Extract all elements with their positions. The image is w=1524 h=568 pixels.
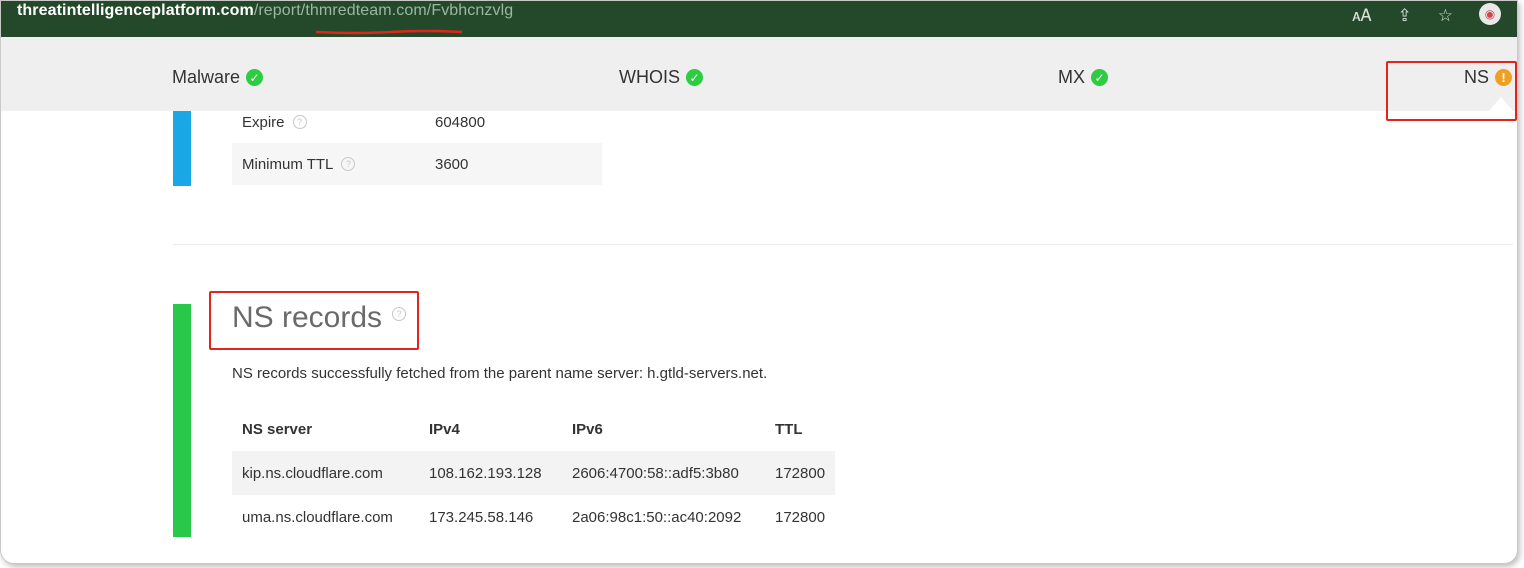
url-host: threatintelligenceplatform.com bbox=[17, 2, 254, 19]
check-icon: ✓ bbox=[686, 69, 703, 86]
warning-icon: ! bbox=[1495, 69, 1513, 86]
table-cell: 2606:4700:58::adf5:3b80 bbox=[562, 451, 765, 495]
tab-ns[interactable]: NS ! bbox=[1464, 67, 1513, 88]
tab-whois-label: WHOIS bbox=[619, 67, 680, 87]
column-header: IPv4 bbox=[429, 420, 460, 438]
soa-section-accent-bar bbox=[173, 111, 191, 186]
url-text[interactable]: threatintelligenceplatform.com/report/th… bbox=[17, 2, 513, 20]
table-cell: 2a06:98c1:50::ac40:2092 bbox=[572, 508, 742, 526]
column-header: IPv6 bbox=[572, 420, 603, 438]
check-icon: ✓ bbox=[1091, 69, 1108, 86]
address-bar[interactable]: threatintelligenceplatform.com/report/th… bbox=[1, 1, 1517, 37]
soa-row-label: Expire bbox=[242, 113, 285, 131]
section-divider bbox=[173, 244, 1513, 245]
tab-malware-label: Malware bbox=[172, 67, 241, 87]
column-header: NS server bbox=[242, 420, 313, 438]
ns-records-title: NS records bbox=[232, 301, 383, 334]
soa-row-minimum-ttl: Minimum TTL? 3600 bbox=[232, 143, 602, 185]
ns-records-description: NS records successfully fetched from the… bbox=[232, 365, 768, 382]
table-row: kip.ns.cloudflare.com 108.162.193.128 26… bbox=[232, 451, 836, 495]
soa-row-value: 604800 bbox=[435, 113, 486, 131]
browser-window: threatintelligenceplatform.com/report/th… bbox=[0, 0, 1518, 564]
table-cell: 172800 bbox=[775, 508, 826, 526]
soa-row-label: Minimum TTL bbox=[242, 155, 334, 173]
url-path-prefix: /report/ bbox=[253, 2, 306, 19]
ns-records-heading: NS records ? bbox=[232, 301, 407, 335]
browser-toolbar-icons: 🗚 ⇪ ☆ ◉ bbox=[1352, 3, 1501, 26]
ns-records-table: NS server IPv4 IPv6 TTL kip.ns.cloudflar… bbox=[232, 407, 836, 539]
table-cell: 173.245.58.146 bbox=[429, 508, 534, 526]
ns-section-accent-bar bbox=[173, 304, 191, 537]
soa-row-expire: Expire? 604800 bbox=[232, 101, 602, 143]
tab-ns-label: NS bbox=[1464, 67, 1490, 87]
share-icon[interactable]: ⇪ bbox=[1398, 6, 1412, 26]
tab-mx-label: MX bbox=[1058, 67, 1085, 87]
star-icon[interactable]: ☆ bbox=[1438, 6, 1453, 26]
help-icon[interactable]: ? bbox=[341, 157, 356, 171]
active-tab-pointer bbox=[1489, 97, 1513, 111]
table-cell: 108.162.193.128 bbox=[419, 451, 562, 495]
column-header: TTL bbox=[775, 420, 803, 438]
table-row: uma.ns.cloudflare.com 173.245.58.146 2a0… bbox=[232, 495, 835, 539]
url-domain: thmredteam.com bbox=[305, 2, 427, 19]
table-cell: uma.ns.cloudflare.com bbox=[242, 508, 393, 526]
url-red-underline bbox=[315, 29, 463, 35]
help-icon[interactable]: ? bbox=[392, 307, 407, 321]
url-path-suffix: /Fvbhcnzvlg bbox=[426, 2, 514, 19]
tab-mx[interactable]: MX ✓ bbox=[1058, 67, 1108, 88]
check-icon: ✓ bbox=[246, 69, 264, 86]
help-icon[interactable]: ? bbox=[292, 115, 307, 129]
table-cell: kip.ns.cloudflare.com bbox=[232, 451, 419, 495]
translate-icon[interactable]: 🗚 bbox=[1352, 6, 1371, 26]
report-tabs: Malware ✓ WHOIS ✓ MX ✓ NS ! bbox=[1, 37, 1517, 111]
tab-whois[interactable]: WHOIS ✓ bbox=[619, 67, 703, 88]
table-header-row: NS server IPv4 IPv6 TTL bbox=[232, 407, 835, 451]
tab-malware[interactable]: Malware ✓ bbox=[172, 67, 264, 88]
soa-row-value: 3600 bbox=[435, 155, 469, 173]
profile-icon[interactable]: ◉ bbox=[1479, 3, 1501, 25]
table-cell: 172800 bbox=[765, 451, 836, 495]
